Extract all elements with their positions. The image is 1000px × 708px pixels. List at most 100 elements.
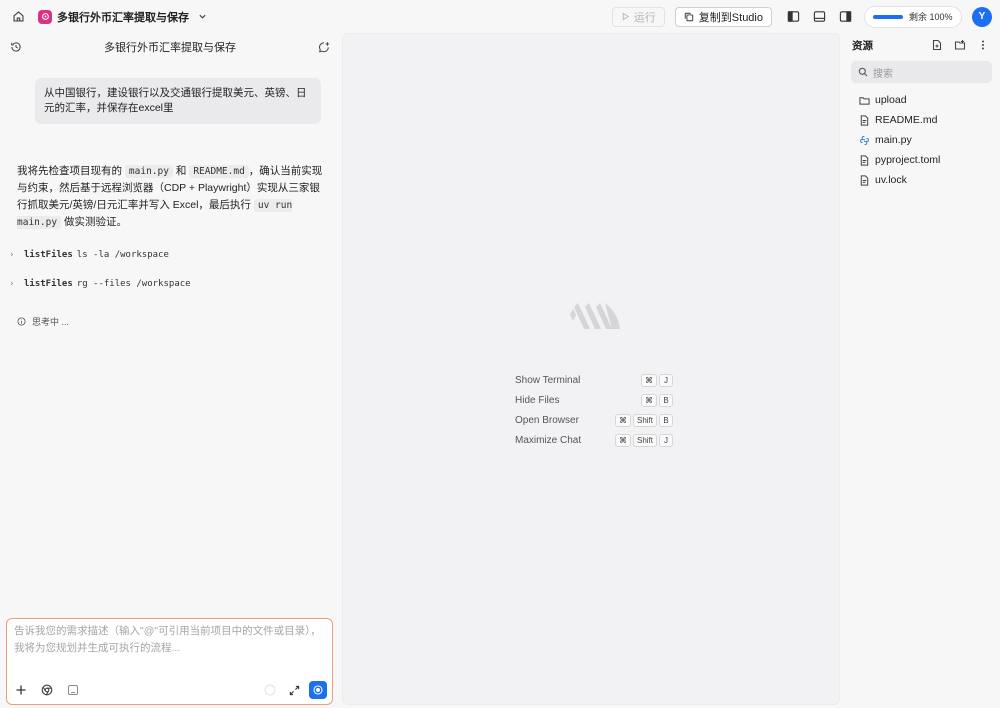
chat-panel: 多银行外币汇率提取与保存 从中国银行，建设银行以及交通银行提取美元、英镑、日元的…	[0, 33, 340, 708]
key-cap: ⌘	[641, 393, 657, 407]
thinking-text: 思考中 ...	[32, 317, 70, 327]
chat-input[interactable]: 告诉我您的需求描述（输入"@"可引用当前项目中的文件或目录），我将为您规划并生成…	[6, 618, 333, 705]
key-cap: J	[659, 433, 673, 447]
thinking-indicator: 思考中 ...	[17, 315, 69, 328]
resources-panel: 资源 搜索 upload README.md main.py pyproject…	[842, 33, 1000, 708]
avatar[interactable]: Y	[972, 6, 992, 27]
browser-icon[interactable]	[40, 683, 54, 697]
file-name: uv.lock	[875, 174, 907, 186]
shortcut-label: Open Browser	[515, 414, 579, 426]
home-icon[interactable]	[10, 9, 26, 25]
inline-code: README.md	[189, 165, 249, 178]
assistant-message: 我将先检查项目现有的 main.py 和 README.md ，确认当前实现与约束…	[17, 163, 323, 231]
shortcut-label: Maximize Chat	[515, 434, 582, 446]
assistant-text: 和	[175, 165, 187, 177]
quota-indicator: 剩余 100%	[864, 5, 962, 28]
file-item-pyproject[interactable]: pyproject.toml	[842, 150, 1000, 170]
chat-input-placeholder: 告诉我您的需求描述（输入"@"可引用当前项目中的文件或目录），我将为您规划并生成…	[14, 625, 321, 654]
new-file-icon[interactable]	[930, 38, 944, 52]
tool-call-row[interactable]: › listFiles ls -la /workspace	[10, 245, 330, 265]
input-toolbar	[14, 681, 327, 699]
tool-name: listFiles	[24, 250, 73, 260]
shortcut-keys: ⌘ J	[641, 373, 673, 387]
project-logo-icon	[38, 9, 52, 24]
send-button[interactable]	[309, 681, 327, 699]
chat-header: 多银行外币汇率提取与保存	[0, 33, 340, 61]
assistant-text: 我将先检查项目现有的	[17, 165, 122, 177]
resources-title: 资源	[852, 39, 873, 52]
quota-bar	[873, 14, 903, 19]
inline-code: main.py	[124, 165, 173, 178]
search-icon	[858, 67, 868, 77]
screenshot-icon[interactable]	[66, 683, 80, 697]
project-title[interactable]: 多银行外币汇率提取与保存	[57, 9, 189, 25]
key-cap: Shift	[632, 413, 657, 427]
shortcut-open-browser[interactable]: Open Browser ⌘ Shift B	[515, 410, 673, 430]
copy-to-studio-button[interactable]: 复制到Studio	[674, 6, 772, 27]
shortcut-label: Hide Files	[515, 394, 560, 406]
toggle-left-panel-icon[interactable]	[786, 10, 800, 24]
file-name: upload	[875, 94, 907, 106]
info-icon	[17, 317, 26, 326]
file-item-readme[interactable]: README.md	[842, 110, 1000, 130]
play-icon	[622, 12, 629, 21]
copy-label: 复制到Studio	[698, 11, 763, 24]
file-name: README.md	[875, 114, 938, 126]
quota-fill	[873, 14, 903, 19]
key-cap: B	[659, 413, 673, 427]
key-cap: ⌘	[614, 413, 631, 427]
shortcut-list: Show Terminal ⌘ J Hide Files ⌘ B Open Br…	[515, 370, 673, 450]
python-icon	[860, 135, 869, 145]
copy-icon	[684, 12, 694, 21]
new-folder-icon[interactable]	[953, 38, 967, 52]
search-placeholder: 搜索	[873, 68, 893, 80]
more-icon[interactable]	[976, 38, 990, 52]
key-cap: Shift	[632, 433, 657, 447]
tool-args: rg --files /workspace	[76, 279, 191, 289]
shortcut-maximize-chat[interactable]: Maximize Chat ⌘ Shift J	[515, 430, 673, 450]
key-cap: ⌘	[641, 373, 657, 387]
folder-icon	[859, 96, 870, 105]
file-name: main.py	[875, 134, 912, 146]
toggle-bottom-panel-icon[interactable]	[812, 10, 826, 24]
chevron-down-icon[interactable]	[197, 12, 207, 22]
shortcut-hide-files[interactable]: Hide Files ⌘ B	[515, 390, 673, 410]
key-cap: ⌘	[614, 433, 631, 447]
shortcut-show-terminal[interactable]: Show Terminal ⌘ J	[515, 370, 673, 390]
shortcut-keys: ⌘ B	[641, 393, 673, 407]
file-tree: upload README.md main.py pyproject.toml …	[842, 90, 1000, 190]
user-message: 从中国银行，建设银行以及交通银行提取美元、英镑、日元的汇率，并保存在excel里	[35, 78, 321, 124]
key-cap: J	[659, 373, 673, 387]
tool-args: ls -la /workspace	[76, 250, 169, 260]
file-icon	[860, 174, 869, 186]
quota-text: 剩余 100%	[909, 12, 953, 22]
new-chat-icon[interactable]	[318, 41, 330, 53]
chevron-right-icon: ›	[10, 250, 14, 260]
shortcut-keys: ⌘ Shift B	[614, 413, 673, 427]
search-input[interactable]: 搜索	[851, 61, 992, 83]
expand-icon[interactable]	[287, 683, 301, 697]
file-item-upload[interactable]: upload	[842, 90, 1000, 110]
key-cap: B	[659, 393, 673, 407]
toggle-right-panel-icon[interactable]	[838, 10, 852, 24]
history-icon[interactable]	[10, 41, 22, 53]
file-item-uv-lock[interactable]: uv.lock	[842, 170, 1000, 190]
record-icon	[313, 685, 323, 695]
plus-icon[interactable]	[14, 683, 28, 697]
file-item-main-py[interactable]: main.py	[842, 130, 1000, 150]
shortcut-label: Show Terminal	[515, 374, 581, 386]
tool-call-row[interactable]: › listFiles rg --files /workspace	[10, 274, 330, 294]
loading-circle-icon	[263, 683, 277, 697]
chevron-right-icon: ›	[10, 279, 14, 289]
workspace-panel: Show Terminal ⌘ J Hide Files ⌘ B Open Br…	[342, 33, 840, 705]
run-button[interactable]: 运行	[611, 6, 665, 27]
file-icon	[860, 114, 869, 126]
file-icon	[860, 154, 869, 166]
shortcut-keys: ⌘ Shift J	[614, 433, 673, 447]
tool-name: listFiles	[24, 279, 73, 289]
chat-title: 多银行外币汇率提取与保存	[104, 42, 236, 54]
resources-header: 资源	[842, 33, 1000, 57]
top-bar: 多银行外币汇率提取与保存 运行 复制到Studio 剩余 100% Y	[0, 0, 1000, 33]
file-name: pyproject.toml	[875, 154, 941, 166]
assistant-text: 做实测验证。	[63, 216, 127, 228]
